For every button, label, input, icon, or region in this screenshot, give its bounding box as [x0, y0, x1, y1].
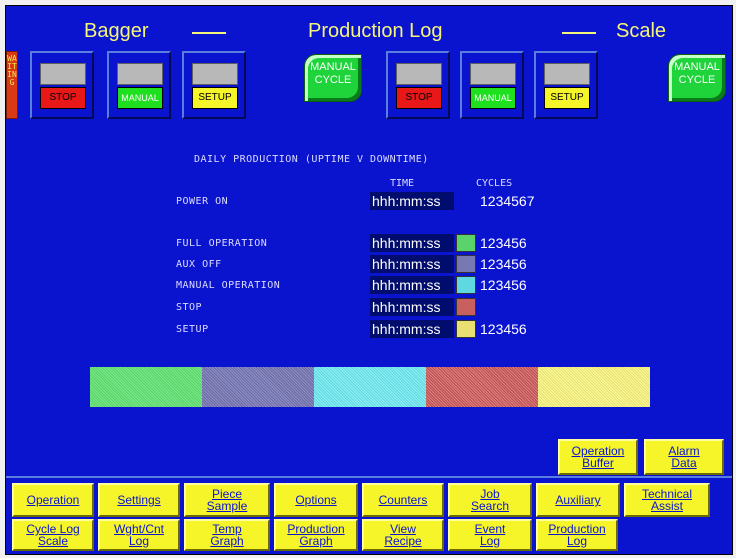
bagger-setup-panel: SETUP — [182, 51, 246, 119]
manual-operation-cycles: 123456 — [480, 277, 527, 293]
setup-swatch — [456, 320, 476, 338]
production-title: DAILY PRODUCTION (UPTIME V DOWNTIME) — [194, 154, 429, 165]
bagger-manual-button[interactable]: MANUAL — [117, 87, 163, 109]
stop-time: hhh:mm:ss — [370, 298, 454, 316]
stop-indicator-lamp — [396, 63, 442, 85]
scale-title: Scale — [616, 20, 667, 42]
nav-settings-button[interactable]: Settings — [98, 483, 180, 517]
nav-production-graph-button[interactable]: Production Graph — [274, 519, 358, 551]
nav-production-log-button[interactable]: Production Log — [536, 519, 618, 551]
nav-wght-cnt-log-button[interactable]: Wght/Cnt Log — [98, 519, 180, 551]
cycles-column-header: CYCLES — [476, 178, 513, 189]
nav-auxiliary-button[interactable]: Auxiliary — [536, 483, 620, 517]
scale-stop-button[interactable]: STOP — [396, 87, 442, 109]
bagger-title: Bagger — [84, 20, 149, 42]
operation-buffer-button[interactable]: Operation Buffer — [558, 439, 638, 475]
full-operation-time: hhh:mm:ss — [370, 234, 454, 252]
power-on-label: POWER ON — [176, 196, 229, 207]
setup-indicator-lamp — [192, 63, 238, 85]
setup-cycles: 123456 — [480, 321, 527, 337]
power-on-time: hhh:mm:ss — [370, 192, 454, 210]
scale-setup-button[interactable]: SETUP — [544, 87, 590, 109]
nav-event-log-button[interactable]: Event Log — [448, 519, 532, 551]
full-operation-cycles: 123456 — [480, 235, 527, 251]
title-divider — [192, 32, 226, 34]
nav-piece-sample-button[interactable]: Piece Sample — [184, 483, 270, 517]
manual-operation-time: hhh:mm:ss — [370, 276, 454, 294]
uptime-segment-manual-operation — [314, 367, 426, 407]
nav-cycle-log-scale-button[interactable]: Cycle Log Scale — [12, 519, 94, 551]
manual-cycle-label-line2: CYCLE — [678, 74, 716, 86]
manual-cycle-label-line2: CYCLE — [314, 74, 352, 86]
aux-off-time: hhh:mm:ss — [370, 255, 454, 273]
nav-technical-assist-button[interactable]: Technical Assist — [624, 483, 710, 517]
setup-label: SETUP — [176, 324, 209, 335]
title-divider — [562, 32, 596, 34]
aux-off-label: AUX OFF — [176, 259, 222, 270]
nav-view-recipe-button[interactable]: View Recipe — [362, 519, 444, 551]
scale-manual-cycle-button[interactable]: MANUAL CYCLE — [668, 54, 726, 102]
power-on-cycles: 1234567 — [480, 193, 535, 209]
nav-job-search-button[interactable]: Job Search — [448, 483, 532, 517]
manual-indicator-lamp — [117, 63, 163, 85]
bagger-stop-panel: STOP — [30, 51, 94, 119]
hmi-screen: Bagger Production Log Scale WAITING STOP… — [5, 5, 733, 555]
manual-operation-label: MANUAL OPERATION — [176, 280, 281, 291]
bagger-setup-button[interactable]: SETUP — [192, 87, 238, 109]
nav-temp-graph-button[interactable]: Temp Graph — [184, 519, 270, 551]
scale-manual-button[interactable]: MANUAL — [470, 87, 516, 109]
manual-operation-swatch — [456, 276, 476, 294]
manual-cycle-label-line1: MANUAL — [674, 61, 720, 73]
scale-setup-panel: SETUP — [534, 51, 598, 119]
nav-options-button[interactable]: Options — [274, 483, 358, 517]
uptime-segment-aux-off — [202, 367, 314, 407]
full-operation-label: FULL OPERATION — [176, 238, 268, 249]
waiting-status-badge: WAITING — [6, 51, 18, 119]
setup-indicator-lamp — [544, 63, 590, 85]
manual-cycle-label-line1: MANUAL — [310, 61, 356, 73]
uptime-segment-stop — [426, 367, 538, 407]
aux-off-cycles: 123456 — [480, 256, 527, 272]
time-column-header: TIME — [390, 178, 415, 189]
uptime-segment-setup — [538, 367, 650, 407]
full-operation-swatch — [456, 234, 476, 252]
aux-off-swatch — [456, 255, 476, 273]
bagger-manual-panel: MANUAL — [107, 51, 171, 119]
scale-stop-panel: STOP — [386, 51, 450, 119]
bagger-manual-cycle-button[interactable]: MANUAL CYCLE — [304, 54, 362, 102]
bagger-stop-button[interactable]: STOP — [40, 87, 86, 109]
stop-label: STOP — [176, 302, 203, 313]
alarm-data-button[interactable]: Alarm Data — [644, 439, 724, 475]
stop-indicator-lamp — [40, 63, 86, 85]
stop-swatch — [456, 298, 476, 316]
scale-manual-panel: MANUAL — [460, 51, 524, 119]
nav-counters-button[interactable]: Counters — [362, 483, 444, 517]
uptime-segment-full-operation — [90, 367, 202, 407]
page-title: Production Log — [308, 20, 443, 42]
manual-indicator-lamp — [470, 63, 516, 85]
setup-time: hhh:mm:ss — [370, 320, 454, 338]
nav-operation-button[interactable]: Operation — [12, 483, 94, 517]
